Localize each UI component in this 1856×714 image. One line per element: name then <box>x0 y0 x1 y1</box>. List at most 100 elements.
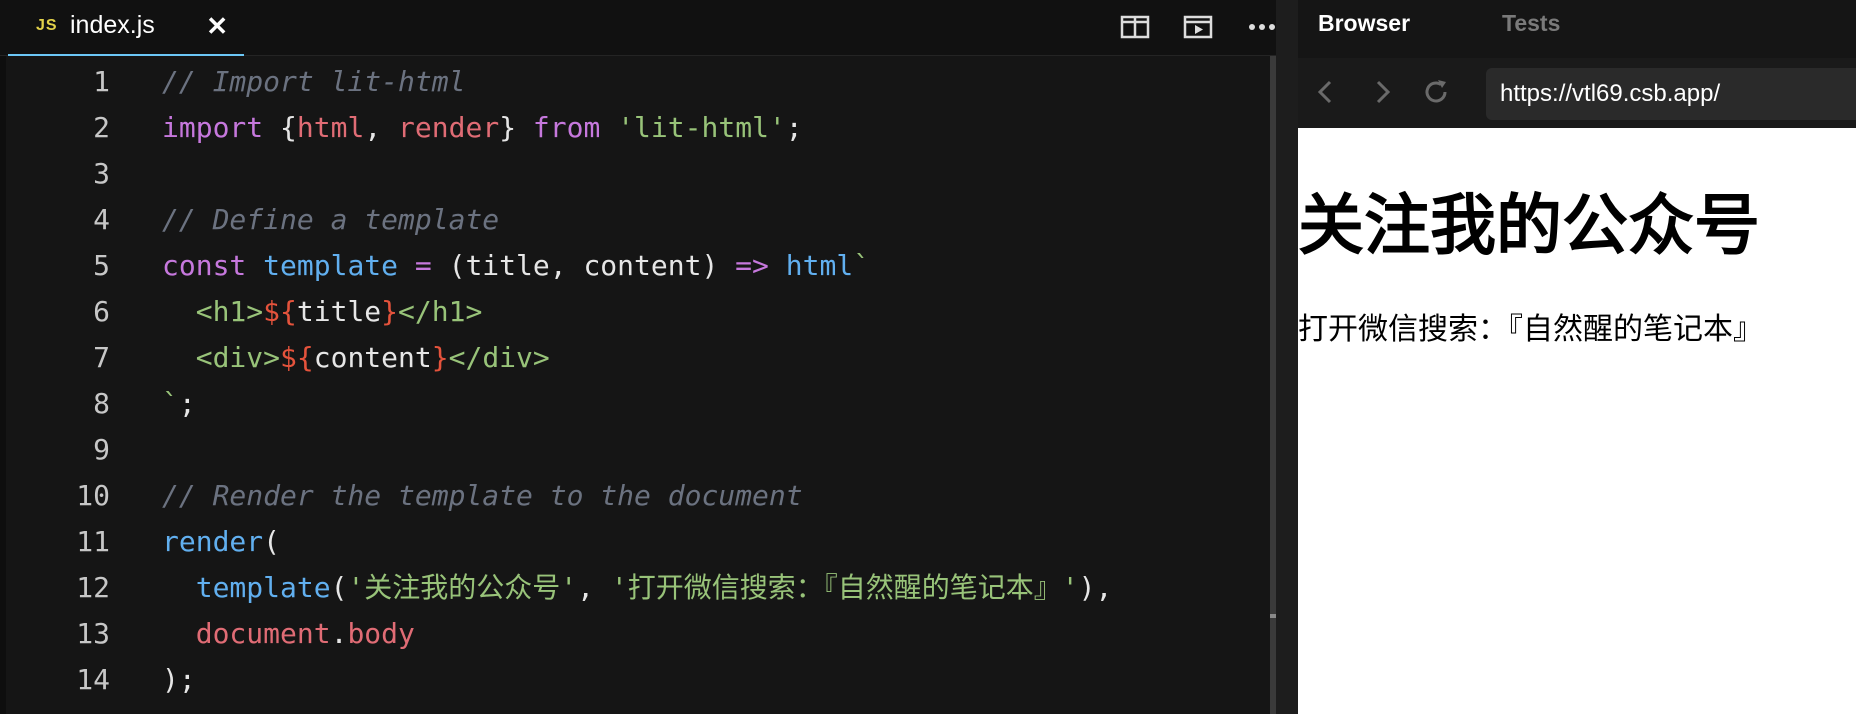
code-token: <h1> <box>162 295 264 328</box>
editor-tab-bar: JS index.js ✕ <box>0 0 1276 56</box>
code-token: } <box>499 111 533 144</box>
code-token: => <box>735 249 769 282</box>
code-token: } <box>381 295 399 328</box>
tab-browser[interactable]: Browser <box>1318 10 1410 37</box>
code-token: (title, content) <box>448 249 736 282</box>
code-token: </h1> <box>398 295 483 328</box>
tab-tests[interactable]: Tests <box>1502 10 1560 37</box>
code-token: '关注我的公众号' <box>347 571 578 604</box>
code-line[interactable]: 13 document.body <box>0 611 1270 657</box>
code-token: ${ <box>280 341 314 374</box>
url-input[interactable] <box>1486 68 1856 120</box>
code-token: ` <box>162 387 179 420</box>
code-text: // Render the template to the document <box>162 473 803 519</box>
code-token: from <box>532 111 601 144</box>
code-token: } <box>431 341 449 374</box>
code-token: // Import lit-html <box>162 65 466 98</box>
more-icon[interactable] <box>1248 14 1276 40</box>
code-token: // Define a template <box>162 203 500 236</box>
code-token: { <box>263 111 297 144</box>
line-number: 3 <box>93 157 110 190</box>
close-icon[interactable]: ✕ <box>206 11 228 42</box>
code-token: template <box>263 249 399 282</box>
refresh-icon[interactable] <box>1416 72 1456 112</box>
code-token: = <box>398 249 449 282</box>
code-text: const template = (title, content) => htm… <box>162 243 870 289</box>
code-token: html <box>296 111 365 144</box>
code-line[interactable]: 5 const template = (title, content) => ht… <box>0 243 1270 289</box>
line-number: 1 <box>93 65 110 98</box>
code-token: render <box>162 525 264 558</box>
code-token: ` <box>853 249 871 282</box>
preview-tabs: Browser Tests <box>1298 0 1856 48</box>
code-token: , <box>577 571 611 604</box>
page-content-text: 打开微信搜索：『自然醒的笔记本』 <box>1298 312 1763 347</box>
browser-viewport: 关注我的公众号 打开微信搜索：『自然醒的笔记本』 <box>1298 128 1856 714</box>
javascript-file-icon: JS <box>36 17 58 34</box>
code-line[interactable]: 10 // Render the template to the document <box>0 473 1270 519</box>
code-text: // Define a template <box>162 197 499 243</box>
code-token: ; <box>785 111 803 144</box>
line-number: 14 <box>76 663 110 696</box>
tab-label: index.js <box>70 11 155 39</box>
split-view-icon[interactable] <box>1120 14 1150 40</box>
code-line[interactable]: 3 <box>0 151 1270 197</box>
back-icon[interactable] <box>1306 72 1346 112</box>
code-area[interactable]: 1 // Import lit-html 2 import {html, render… <box>0 59 1270 703</box>
code-token: // Render the template to the document <box>162 479 803 512</box>
code-line[interactable]: 14); <box>0 657 1270 703</box>
code-text: document.body <box>162 611 415 657</box>
page-heading: 关注我的公众号 <box>1298 187 1760 264</box>
code-text: ); <box>162 657 196 703</box>
code-token: . <box>330 617 348 650</box>
line-number: 5 <box>93 249 110 282</box>
code-token: document <box>195 617 331 650</box>
code-token: ); <box>162 663 196 696</box>
code-token: ), <box>1078 571 1113 604</box>
code-text: // Import lit-html <box>162 59 465 105</box>
pane-divider[interactable] <box>1276 0 1298 714</box>
code-token: render <box>398 111 500 144</box>
code-line[interactable]: 6 <h1>${title}</h1> <box>0 289 1270 335</box>
code-line[interactable]: 2 import {html, render} from 'lit-html'; <box>0 105 1270 151</box>
code-text: render( <box>162 519 280 565</box>
code-token: ; <box>178 387 196 420</box>
browser-pane: Browser Tests 关注我的公众号 打开微信搜索：『自然醒的笔记本』 <box>1298 0 1856 714</box>
code-line[interactable]: 7 <div>${content}</div> <box>0 335 1270 381</box>
line-number: 9 <box>93 433 110 466</box>
code-token: '打开微信搜索：『自然醒的笔记本』' <box>610 571 1079 604</box>
code-line[interactable]: 12 template('关注我的公众号', '打开微信搜索：『自然醒的笔记本』… <box>0 565 1270 611</box>
line-number: 13 <box>76 617 110 650</box>
code-line[interactable]: 11 render( <box>0 519 1270 565</box>
forward-icon[interactable] <box>1362 72 1402 112</box>
code-token: ( <box>330 571 348 604</box>
code-token: </div> <box>448 341 550 374</box>
code-line[interactable]: 1 // Import lit-html <box>0 59 1270 105</box>
code-line[interactable]: 8 `; <box>0 381 1270 427</box>
code-token: 'lit-html' <box>617 111 786 144</box>
line-number: 12 <box>76 571 110 604</box>
line-number: 6 <box>93 295 110 328</box>
address-bar <box>1298 58 1856 128</box>
line-number: 8 <box>93 387 110 420</box>
code-text: template('关注我的公众号', '打开微信搜索：『自然醒的笔记本』'), <box>162 565 1113 611</box>
code-token: <div> <box>162 341 281 374</box>
tab-index-js[interactable]: JS index.js ✕ <box>8 0 244 56</box>
code-token: import <box>162 111 264 144</box>
code-token: ${ <box>263 295 297 328</box>
code-token: content <box>313 341 432 374</box>
preview-icon[interactable] <box>1183 14 1213 40</box>
line-number: 7 <box>93 341 110 374</box>
code-token: const <box>162 249 247 282</box>
code-token: template <box>195 571 331 604</box>
code-line[interactable]: 4 // Define a template <box>0 197 1270 243</box>
code-line[interactable]: 9 <box>0 427 1270 473</box>
code-token: , <box>364 111 399 144</box>
line-number: 4 <box>93 203 110 236</box>
code-editor-pane[interactable]: JS index.js ✕ 1 // Import lit-html 2 import… <box>0 0 1298 714</box>
